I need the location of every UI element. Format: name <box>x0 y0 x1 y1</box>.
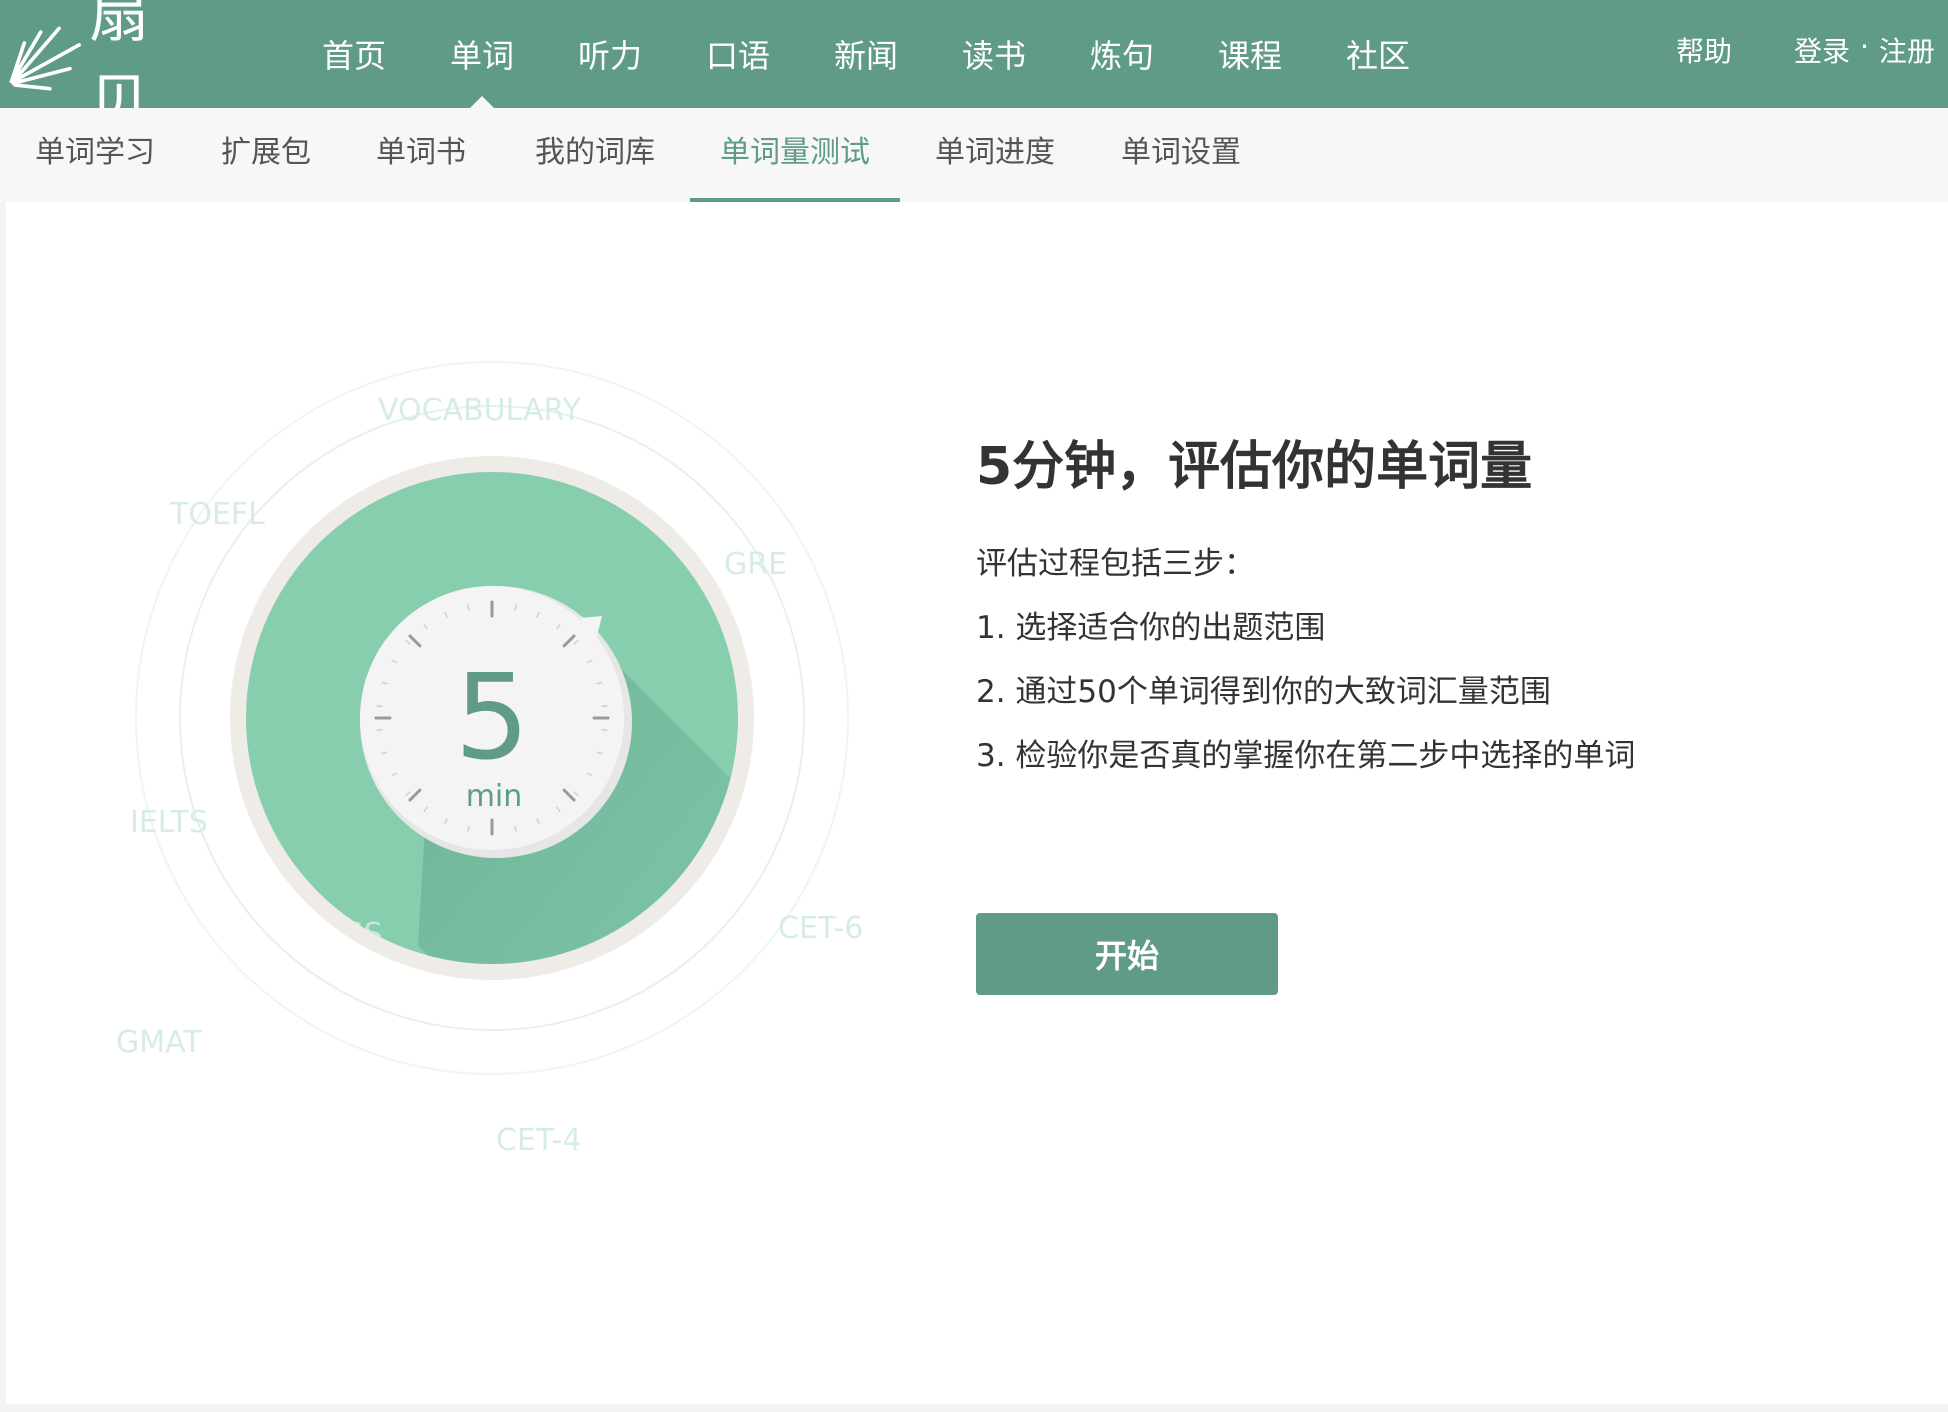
sub-navigation: 单词学习 扩展包 单词书 我的词库 单词量测试 单词进度 单词设置 <box>0 108 1948 202</box>
help-link[interactable]: 帮助 <box>1676 30 1732 70</box>
main-nav: 首页 单词 听力 口语 新闻 读书 炼句 课程 社区 <box>290 0 1442 108</box>
nav-item-community[interactable]: 社区 <box>1314 0 1442 108</box>
top-navigation-bar: 扇贝 首页 单词 听力 口语 新闻 读书 炼句 课程 社区 帮助 登录 · 注册 <box>0 0 1948 138</box>
register-link[interactable]: 注册 <box>1879 30 1935 70</box>
timer-dial-illustration: VOCABULARY TOEFL GRE IELTS CET-6 GMAT CE… <box>116 361 863 1158</box>
process-intro: 评估过程包括三步： <box>976 546 1255 582</box>
test-intro-panel: 5分钟，评估你的单词量 评估过程包括三步： 1. 选择适合你的出题范围 2. 通… <box>976 432 1776 780</box>
subnav-word-progress[interactable]: 单词进度 <box>900 108 1090 202</box>
subnav-word-settings[interactable]: 单词设置 <box>1090 108 1272 202</box>
subnav-word-books[interactable]: 单词书 <box>342 108 500 202</box>
step-3: 3. 检验你是否真的掌握你在第二步中选择的单词 <box>976 738 1636 774</box>
auth-separator: · <box>1860 30 1869 63</box>
vocabulary-test-card: VOCABULARY TOEFL GRE IELTS CET-6 GMAT CE… <box>6 202 1948 1404</box>
nav-item-listening[interactable]: 听力 <box>546 0 674 108</box>
exam-label-vocabulary: VOCABULARY <box>378 393 581 428</box>
subnav-word-learning[interactable]: 单词学习 <box>0 108 190 202</box>
nav-item-sentences[interactable]: 炼句 <box>1058 0 1186 108</box>
subnav-expansion-packs[interactable]: 扩展包 <box>190 108 342 202</box>
nav-item-news[interactable]: 新闻 <box>802 0 930 108</box>
nav-item-words[interactable]: 单词 <box>418 0 546 108</box>
exam-label-cet6: CET-6 <box>778 911 863 946</box>
nav-item-speaking[interactable]: 口语 <box>674 0 802 108</box>
start-button[interactable]: 开始 <box>976 913 1278 995</box>
exam-label-cet4: CET-4 <box>496 1123 581 1158</box>
login-link[interactable]: 登录 <box>1794 30 1850 70</box>
subnav-my-vocabulary[interactable]: 我的词库 <box>500 108 690 202</box>
timer-unit: min <box>466 779 523 814</box>
exam-label-toefl: TOEFL <box>169 497 265 532</box>
timer-number: 5 <box>454 648 529 786</box>
nav-item-courses[interactable]: 课程 <box>1186 0 1314 108</box>
exam-label-gmat: GMAT <box>116 1025 202 1060</box>
step-2: 2. 通过50个单词得到你的大致词汇量范围 <box>976 674 1551 710</box>
exam-label-ielts: IELTS <box>130 805 208 840</box>
auth-links: 登录 · 注册 <box>1794 30 1935 70</box>
step-1: 1. 选择适合你的出题范围 <box>976 610 1326 646</box>
nav-item-reading[interactable]: 读书 <box>930 0 1058 108</box>
exam-label-gre: GRE <box>724 547 787 582</box>
subnav-vocabulary-test[interactable]: 单词量测试 <box>690 108 900 202</box>
page-title: 5分钟，评估你的单词量 <box>976 437 1533 497</box>
fan-shell-logo-icon <box>9 26 81 91</box>
nav-item-home[interactable]: 首页 <box>290 0 418 108</box>
brand-logo[interactable]: 扇贝 <box>6 0 206 138</box>
